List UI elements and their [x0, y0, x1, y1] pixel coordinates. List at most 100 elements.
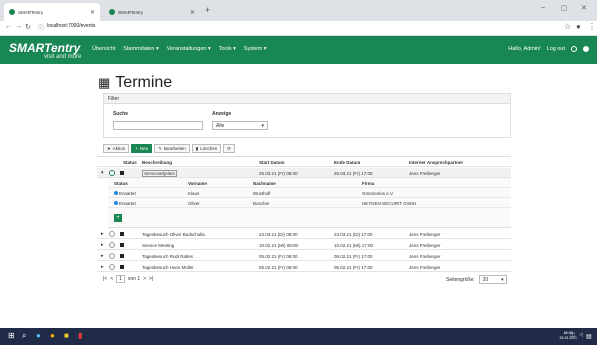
action-button[interactable]: ➤ Aktion [103, 144, 130, 153]
nav-events[interactable]: Veranstaltungen ▾ [167, 46, 211, 52]
refresh-button[interactable]: ⟳ [223, 144, 236, 153]
help-icon[interactable] [583, 46, 589, 52]
info-icon[interactable]: ⓘ [38, 23, 44, 32]
brand-subtitle: visit and more [44, 54, 82, 60]
table-row[interactable]: ▸ Tagesbesuch Oliver Budschulla 23.03.21… [97, 229, 511, 239]
status-icon [109, 264, 115, 270]
table-row[interactable]: ▸ Tagesbesuch Hans Müller 05.02.21 (Fr) … [97, 262, 511, 272]
forward-icon[interactable]: → [15, 23, 22, 30]
status-cell: Erwartet [114, 201, 136, 206]
next-page-button[interactable]: > [143, 276, 146, 282]
page-size-select[interactable]: 20 ▾ [478, 275, 507, 284]
description-cell: Tagesbesuch Oliver Budschulla [142, 231, 205, 237]
notification-icon[interactable]: ▤ [586, 333, 592, 340]
col-status[interactable]: Status [123, 160, 137, 165]
search-input[interactable] [113, 121, 203, 130]
brand-logo[interactable]: SMARTentry [9, 41, 80, 55]
detail-col-lastname[interactable]: Nachname [253, 181, 276, 186]
collapse-icon[interactable]: ▾ [101, 170, 104, 176]
settings-icon[interactable] [571, 46, 577, 52]
expand-icon[interactable]: ▸ [101, 231, 104, 237]
maximize-icon[interactable]: ▢ [561, 4, 568, 12]
contact-cell: Jens Freiberger [409, 253, 441, 259]
new-label: Neu [139, 146, 149, 151]
chrome-icon[interactable]: ● [50, 331, 55, 340]
contact-cell: Jens Freiberger [409, 264, 441, 270]
browser-tab-2[interactable]: SMARTentry ✕ [104, 3, 200, 21]
volume-icon[interactable]: ◁ [579, 332, 583, 338]
app-icon[interactable]: ▮ [78, 331, 82, 340]
expand-icon[interactable]: ▸ [101, 253, 104, 259]
nav-master-data[interactable]: Stammdaten ▾ [123, 46, 158, 52]
status-icon [109, 253, 115, 259]
table-row[interactable]: ▸ Service Meeting 10.02.21 (Mi) 08:00 10… [97, 240, 511, 250]
end-cell: 05.02.21 (Fr) 17:00 [334, 264, 373, 270]
windows-start-icon[interactable]: ⊞ [8, 331, 15, 340]
square-icon [120, 171, 124, 175]
expand-icon[interactable]: ▸ [101, 242, 104, 248]
col-start-date[interactable]: Start Datum [259, 160, 285, 165]
url-field[interactable]: localhost:7000/events [47, 23, 95, 29]
close-window-icon[interactable]: ✕ [581, 4, 587, 12]
prev-page-button[interactable]: < [110, 276, 113, 282]
nav-tools[interactable]: Tools ▾ [219, 46, 236, 52]
delete-button[interactable]: ▮ Löschen [191, 144, 222, 153]
clock[interactable]: 15:09 25.03.2021 [559, 331, 577, 340]
page-count-text: von 1 [127, 276, 141, 282]
tab-title: SMARTentry [118, 9, 144, 15]
col-end-date[interactable]: Ende Datum [334, 160, 360, 165]
menu-dots-icon[interactable]: ⋮ [588, 22, 596, 31]
page-size-label: Seitengröße: [446, 276, 475, 283]
browser-tab-1[interactable]: SMARTentry ✕ [4, 3, 100, 21]
search-icon[interactable]: ⌕ [22, 331, 26, 341]
events-grid: Status Beschreibung Start Datum Ende Dat… [97, 156, 511, 272]
col-contact[interactable]: Interner Ansprechpartner [409, 160, 463, 165]
new-tab-button[interactable]: + [205, 5, 210, 15]
search-label: Suche [113, 111, 129, 117]
participants-detail: Status Vorname Nachname Firma Erwartet K… [108, 178, 511, 228]
detail-col-firstname[interactable]: Vorname [188, 181, 207, 186]
detail-col-company[interactable]: Firma [362, 181, 374, 186]
send-icon: ➤ [107, 145, 111, 151]
expand-icon[interactable]: ▸ [101, 264, 104, 270]
firstname-cell: Klaus [188, 191, 200, 196]
new-button[interactable]: + Neu [131, 144, 153, 153]
description-cell[interactable]: Serviceartjeiten [142, 169, 178, 177]
bookmark-star-icon[interactable]: ☆ [564, 22, 571, 31]
grid-header-row: Status Beschreibung Start Datum Ende Dat… [97, 157, 511, 167]
minimize-icon[interactable]: – [541, 4, 545, 11]
first-page-button[interactable]: |< [103, 276, 107, 282]
start-cell: 05.02.21 (Fr) 08:00 [259, 264, 298, 270]
firstname-cell: Oliver [188, 201, 200, 206]
last-page-button[interactable]: >| [149, 276, 153, 282]
close-tab-icon[interactable]: ✕ [190, 9, 195, 16]
calendar-icon: ▦ [98, 75, 111, 90]
start-cell: 23.03.21 (Di) 08:00 [259, 231, 298, 237]
page-size: Seitengröße: 20 ▾ [446, 275, 507, 284]
edge-icon[interactable]: ● [36, 331, 41, 340]
close-tab-icon[interactable]: ✕ [90, 9, 95, 16]
logout-link[interactable]: Log out [547, 46, 565, 52]
nav-system[interactable]: System ▾ [244, 46, 267, 52]
detail-col-status[interactable]: Status [114, 181, 128, 186]
page-number-input[interactable]: 1 [116, 275, 125, 283]
display-select[interactable]: Alle ▾ [212, 121, 268, 130]
list-item[interactable]: Erwartet Oliver Boscher HEYDEN-SECURIT G… [108, 199, 511, 208]
main-nav: Übersicht Stammdaten ▾ Veranstaltungen ▾… [92, 46, 267, 52]
windows-taskbar: ⊞ ⌕ ● ● ■ ▮ ^ ◫ ◁ 15:09 25.03.2021 ▤ [0, 328, 597, 345]
profile-icon[interactable]: ● [576, 22, 581, 31]
list-item[interactable]: Erwartet Klaus Wustholf Grenzenlos e.V. [108, 189, 511, 198]
description-cell: Tagesbesuch Rudi Raltes [142, 253, 194, 259]
add-participant-button[interactable]: + [114, 214, 122, 222]
reload-icon[interactable]: ↻ [25, 23, 31, 31]
start-cell: 26.03.21 (Fr) 08:00 [259, 170, 298, 176]
col-description[interactable]: Beschreibung [142, 160, 172, 165]
table-row[interactable]: ▾ Serviceartjeiten 26.03.21 (Fr) 08:00 2… [97, 168, 511, 178]
edit-button[interactable]: ✎ Bearbeiten [154, 144, 190, 153]
page-title: ▦ Termine [98, 74, 172, 92]
nav-overview[interactable]: Übersicht [92, 46, 115, 52]
folder-icon[interactable]: ■ [64, 331, 69, 340]
trash-icon: ▮ [195, 145, 199, 151]
back-icon[interactable]: ← [5, 23, 12, 30]
table-row[interactable]: ▸ Tagesbesuch Rudi Raltes 05.02.21 (Fr) … [97, 251, 511, 261]
